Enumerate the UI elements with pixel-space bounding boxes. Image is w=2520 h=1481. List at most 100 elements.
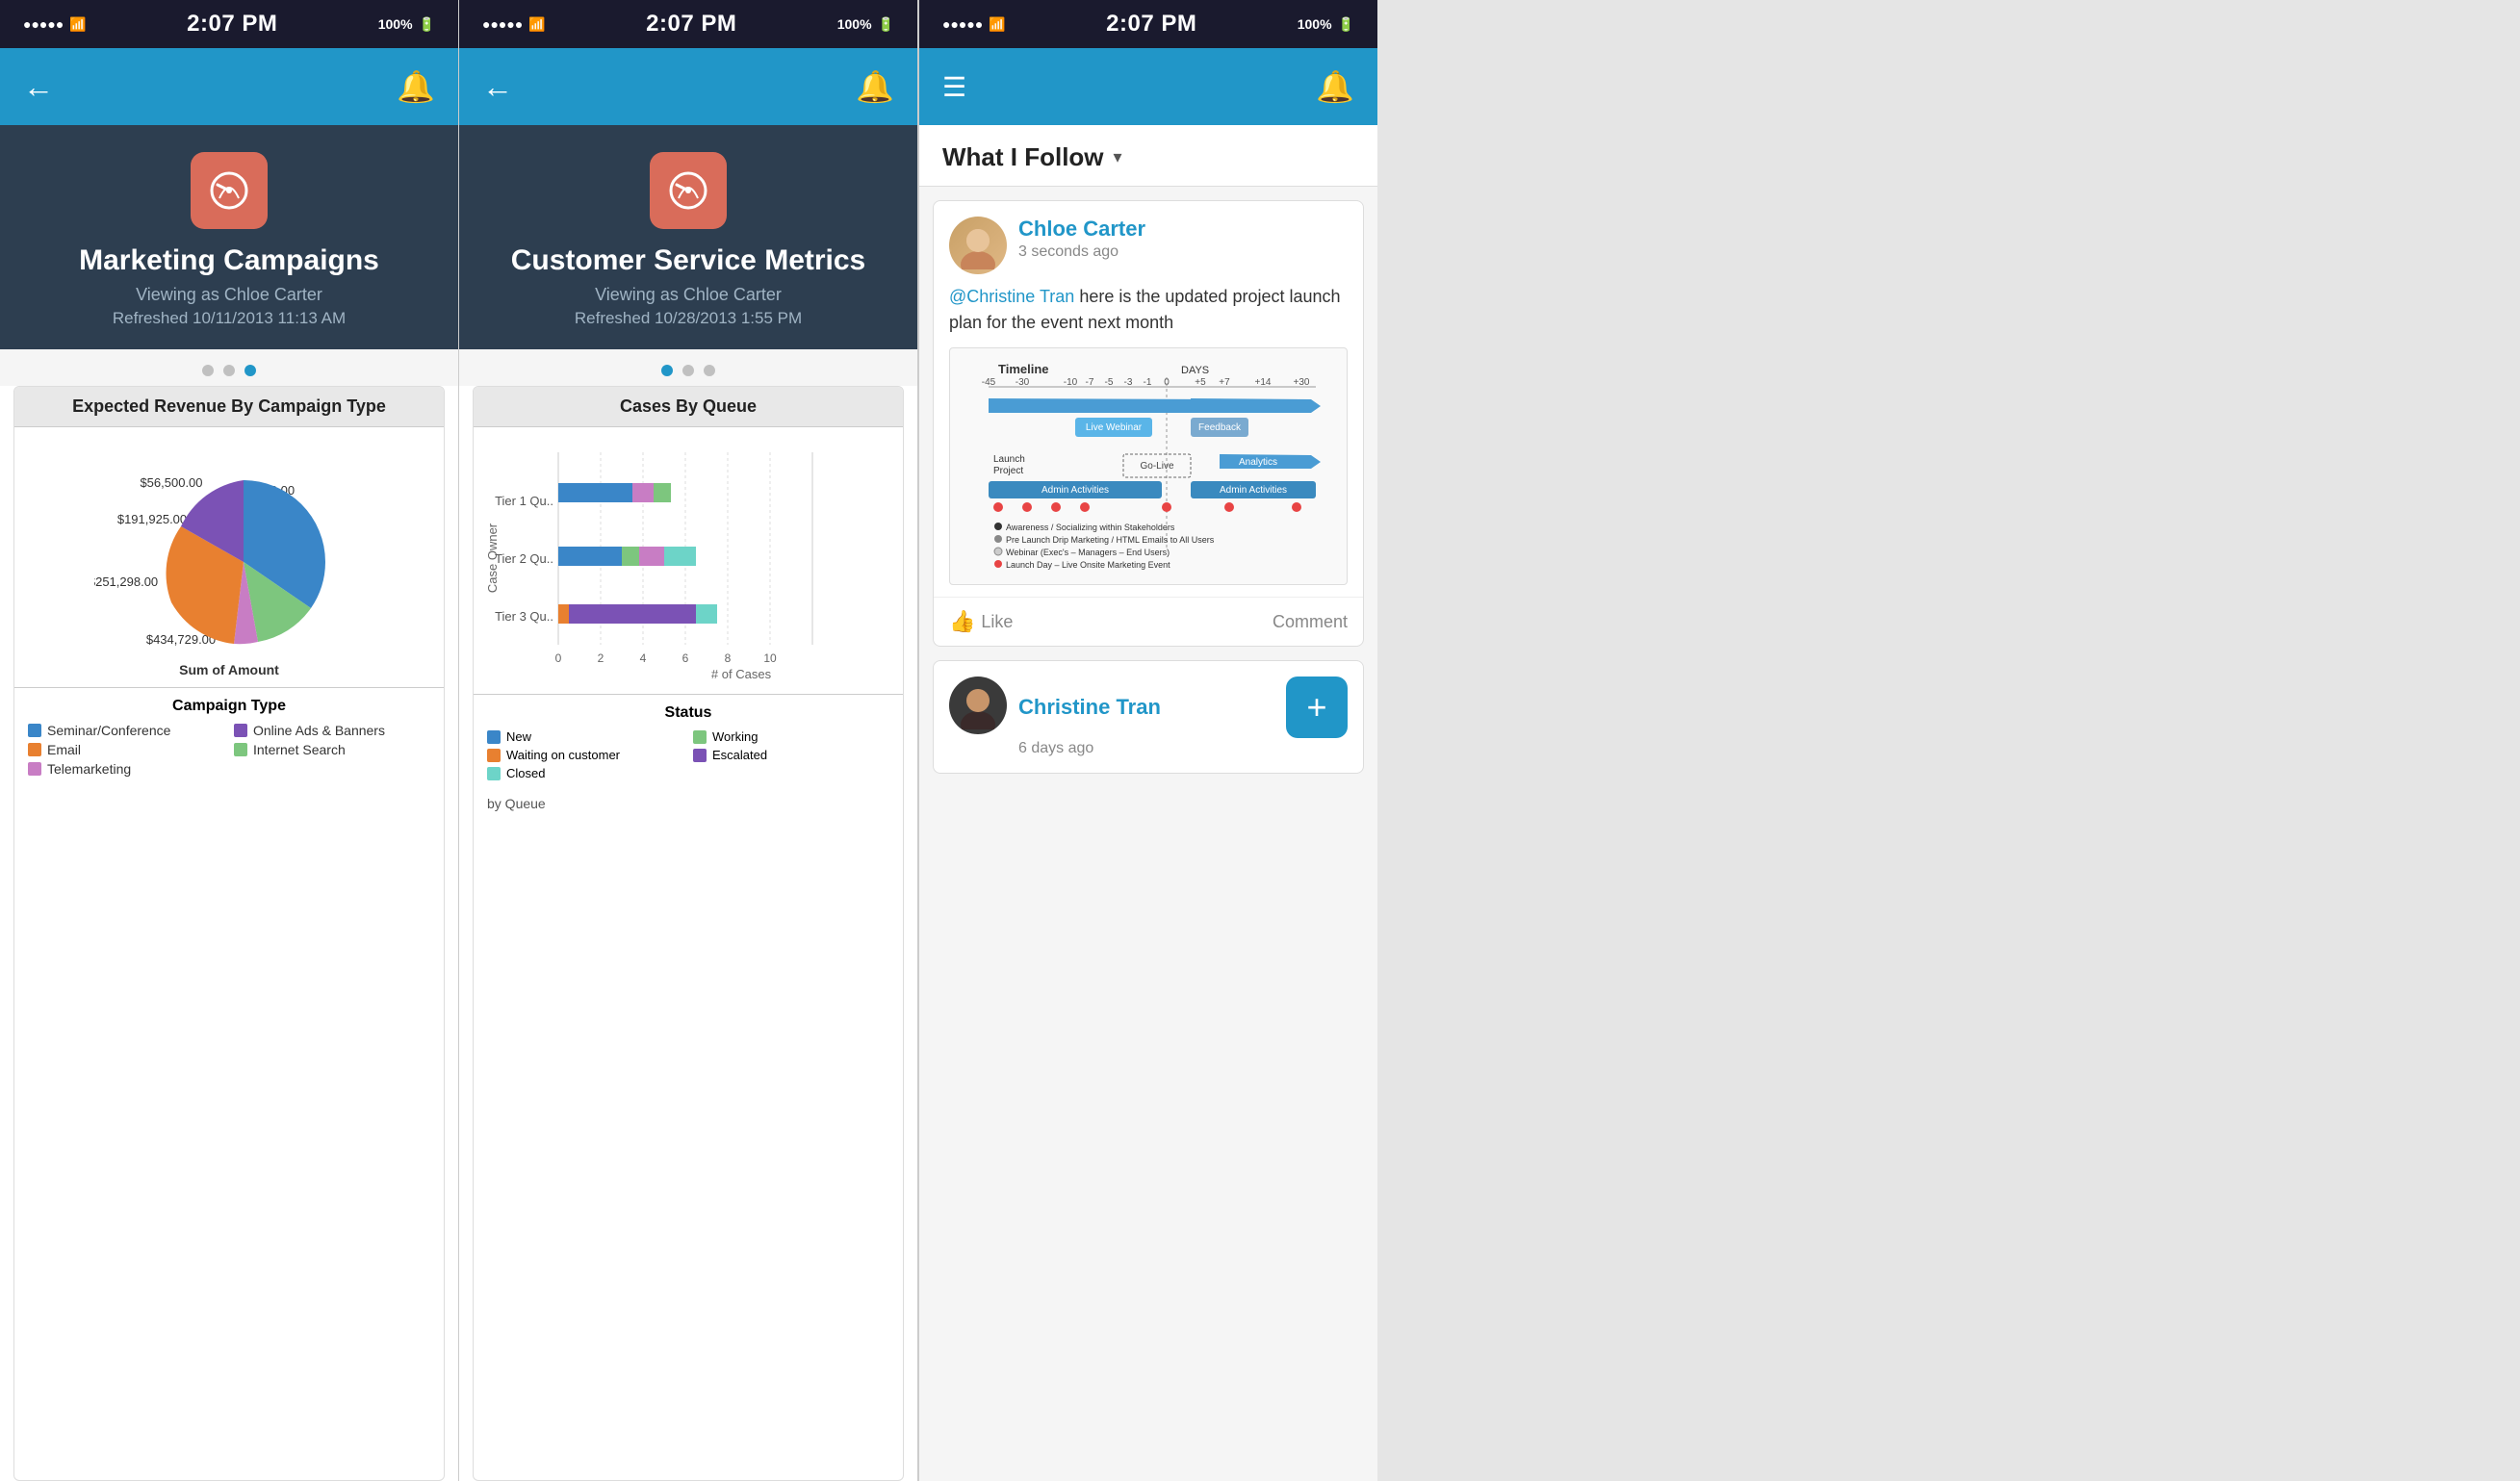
status-item-new: New [487,729,683,744]
svg-text:+7: +7 [1219,377,1230,388]
bell-icon-3[interactable]: 🔔 [1316,68,1354,105]
dot-1-2[interactable] [223,365,235,376]
battery-icon-2: 🔋 [878,16,894,33]
bell-icon-1[interactable]: 🔔 [397,68,435,105]
svg-text:Awareness / Socializing within: Awareness / Socializing within Stakehold… [1006,523,1175,532]
dot-1-1[interactable] [202,365,214,376]
signal-dots-2: ●●●●● [482,16,523,32]
label-escalated: Escalated [712,748,767,762]
dashboard-header-1: Marketing Campaigns Viewing as Chloe Car… [0,125,458,349]
svg-text:Feedback: Feedback [1198,422,1242,433]
svg-text:2: 2 [598,651,604,665]
svg-text:$56,500.00: $56,500.00 [140,475,202,490]
bar-chart-svg: Case Owner # of Cases 0 2 4 6 8 10 [481,433,904,683]
post-meta-1: Chloe Carter 3 seconds ago [1018,217,1348,261]
legend-item-email: Email [28,742,224,757]
dashboard-refresh-2: Refreshed 10/28/2013 1:55 PM [575,309,802,328]
post-meta-2: Christine Tran + 6 days ago [1018,677,1348,757]
chart-title-2: Cases By Queue [474,387,903,427]
svg-text:Tier 3 Qu..: Tier 3 Qu.. [495,609,553,624]
svg-text:Launch Day – Live Onsite Marke: Launch Day – Live Onsite Marketing Event [1006,560,1170,570]
svg-text:Go-Live: Go-Live [1140,461,1173,472]
fab-button[interactable]: + [1286,677,1348,738]
dashboard-icon-2 [650,152,727,229]
status-battery-1: 100% 🔋 [378,16,435,33]
dashboard-icon-1 [191,152,268,229]
svg-text:-1: -1 [1144,377,1152,388]
post-image-1: Timeline DAYS -45 -30 -10 -7 -5 -3 -1 0 … [949,347,1348,585]
hamburger-icon[interactable]: ☰ [942,71,966,103]
dot-2-2[interactable] [682,365,694,376]
dashboard-title-1: Marketing Campaigns [79,244,379,277]
like-button-1[interactable]: 👍 Like [949,609,1148,634]
label-waiting: Waiting on customer [506,748,620,762]
post-card-2: Christine Tran + 6 days ago [933,660,1364,774]
battery-text-2: 100% [837,16,872,32]
status-battery-3: 100% 🔋 [1298,16,1354,33]
svg-text:Pre Launch Drip Marketing / HT: Pre Launch Drip Marketing / HTML Emails … [1006,535,1215,545]
svg-text:Admin Activities: Admin Activities [1220,485,1287,496]
svg-text:-10: -10 [1064,377,1078,388]
swatch-new [487,730,501,744]
post-author-1[interactable]: Chloe Carter [1018,217,1348,242]
svg-text:+14: +14 [1255,377,1272,388]
comment-button-1[interactable]: Comment [1148,612,1348,632]
back-button-2[interactable]: ← [482,69,513,105]
dot-2-3[interactable] [704,365,715,376]
dashboard-header-2: Customer Service Metrics Viewing as Chlo… [459,125,917,349]
back-button-1[interactable]: ← [23,69,54,105]
legend-item-telemarketing: Telemarketing [28,761,224,777]
post-time-2: 6 days ago [1018,740,1348,757]
pie-label: Sum of Amount [179,662,279,677]
status-bar-1: ●●●●● 📶 2:07 PM 100% 🔋 [0,0,458,48]
legend-swatch-internet-search [234,743,247,756]
status-legend-title: Status [487,704,889,722]
svg-text:10: 10 [763,651,777,665]
legend-swatch-telemarketing [28,762,41,776]
battery-icon-3: 🔋 [1338,16,1354,33]
legend-item-seminar: Seminar/Conference [28,723,224,738]
battery-text-3: 100% [1298,16,1332,32]
status-bar-2: ●●●●● 📶 2:07 PM 100% 🔋 [459,0,917,48]
legend-item-internet-search: Internet Search [234,742,430,757]
post-body-1: @Christine Tran here is the updated proj… [934,284,1363,347]
pie-chart: $499,300.00 $191,925.00 $56,500.00 $251,… [94,447,364,658]
signal-dots: ●●●●● [23,16,64,32]
speedometer-icon [208,169,250,212]
swatch-closed [487,767,501,780]
svg-text:-7: -7 [1086,377,1094,388]
chart-card-1: Expected Revenue By Campaign Type $499,3… [13,386,445,1481]
nav-bar-3: ☰ 🔔 [919,48,1377,125]
post-header-2: Christine Tran + 6 days ago [934,661,1363,773]
follow-chevron-icon[interactable]: ▾ [1114,147,1122,167]
signal-dots-3: ●●●●● [942,16,983,32]
status-signal-1: ●●●●● 📶 [23,16,87,33]
wifi-icon-2: 📶 [528,16,545,33]
status-bar-3: ●●●●● 📶 2:07 PM 100% 🔋 [919,0,1377,48]
post-mention-1[interactable]: @Christine Tran [949,287,1074,306]
svg-text:-45: -45 [982,377,996,388]
dashboard-refresh-1: Refreshed 10/11/2013 11:13 AM [113,309,346,328]
status-item-waiting: Waiting on customer [487,748,683,762]
legend-swatch-seminar [28,724,41,737]
legend-label-internet-search: Internet Search [253,742,346,757]
page-dots-1 [0,349,458,386]
page-dots-2 [459,349,917,386]
battery-icon: 🔋 [419,16,435,33]
dot-1-3[interactable] [244,365,256,376]
post-header-1: Chloe Carter 3 seconds ago [934,201,1363,284]
swatch-working [693,730,707,744]
chart-content-1: $499,300.00 $191,925.00 $56,500.00 $251,… [14,427,444,687]
follow-title-row[interactable]: What I Follow ▾ [942,142,1354,172]
status-legend-grid: New Working Waiting on customer Escalate… [487,729,889,780]
nav-bar-1: ← 🔔 [0,48,458,125]
svg-text:Timeline: Timeline [998,362,1049,376]
dot-2-1[interactable] [661,365,673,376]
bar-chart-wrap: Case Owner # of Cases 0 2 4 6 8 10 [474,427,903,694]
legend-section: Campaign Type Seminar/Conference Online … [14,687,444,786]
status-time-1: 2:07 PM [187,11,277,38]
post-time-1: 3 seconds ago [1018,243,1348,261]
post-author-2[interactable]: Christine Tran [1018,695,1161,720]
bell-icon-2[interactable]: 🔔 [856,68,894,105]
svg-text:4: 4 [640,651,647,665]
